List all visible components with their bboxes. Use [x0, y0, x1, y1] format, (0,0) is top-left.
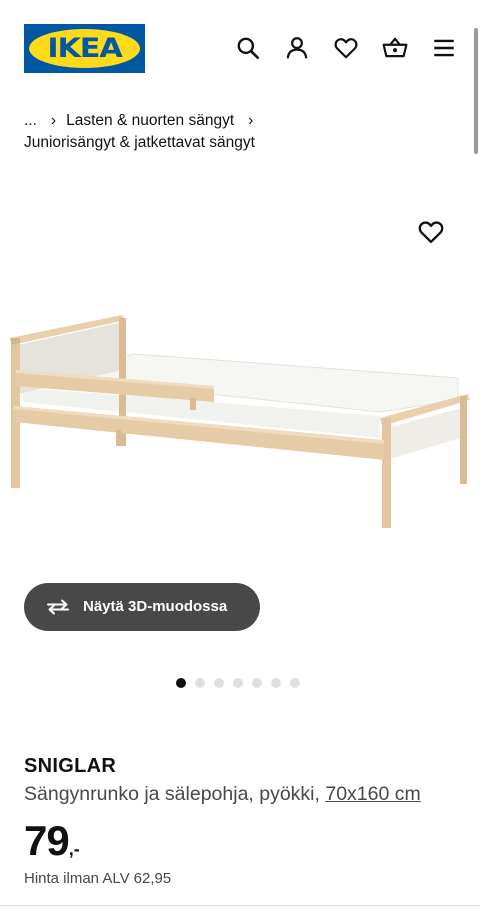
breadcrumb: ... › Lasten & nuorten sängyt › Juniorisäng… — [24, 110, 444, 154]
carousel-dot[interactable] — [252, 678, 262, 688]
vat-value: 62,95 — [133, 870, 172, 887]
product-name: SNIGLAR — [24, 755, 117, 777]
price-excl-vat: Hinta ilman ALV 62,95 — [24, 870, 171, 887]
chevron-right-icon: › — [248, 112, 254, 129]
carousel-dot[interactable] — [176, 678, 186, 688]
divider — [0, 905, 480, 906]
product-description-text: Sängynrunko ja sälepohja, pyökki, — [24, 783, 320, 805]
carousel-dot[interactable] — [233, 678, 243, 688]
product-image-bed[interactable] — [0, 290, 480, 590]
breadcrumb-item-children-beds[interactable]: Lasten & nuorten sängyt — [66, 112, 234, 129]
basket-icon[interactable] — [381, 34, 409, 62]
view-in-3d-button[interactable]: Näytä 3D-muodossa — [24, 583, 260, 631]
product-price: 79,- — [24, 817, 80, 865]
account-icon[interactable] — [283, 34, 311, 62]
carousel-dot[interactable] — [290, 678, 300, 688]
price-integer: 79 — [24, 817, 70, 864]
ikea-logo[interactable]: IKEA — [24, 24, 145, 73]
site-header: IKEA — [0, 0, 480, 96]
menu-icon[interactable] — [430, 34, 458, 62]
carousel-dot[interactable] — [214, 678, 224, 688]
image-carousel-dots — [176, 678, 300, 688]
page-scrollbar[interactable] — [474, 28, 478, 154]
view-in-3d-label: Näytä 3D-muodossa — [83, 598, 228, 615]
favourites-icon[interactable] — [332, 34, 360, 62]
breadcrumb-ellipsis[interactable]: ... — [24, 112, 37, 129]
carousel-dot[interactable] — [195, 678, 205, 688]
price-decimal: ,- — [68, 839, 80, 859]
product-description: Sängynrunko ja sälepohja, pyökki, 70x160… — [24, 783, 421, 806]
heart-icon[interactable] — [417, 218, 445, 246]
rotate-3d-icon — [45, 595, 71, 619]
breadcrumb-item-junior-beds[interactable]: Juniorisängyt & jatkettavat sängyt — [24, 134, 255, 151]
chevron-right-icon: › — [50, 112, 57, 129]
vat-label: Hinta ilman ALV — [24, 870, 130, 887]
search-icon[interactable] — [234, 34, 262, 62]
logo-text: IKEA — [47, 33, 122, 64]
carousel-dot[interactable] — [271, 678, 281, 688]
product-size-link[interactable]: 70x160 cm — [325, 783, 420, 805]
